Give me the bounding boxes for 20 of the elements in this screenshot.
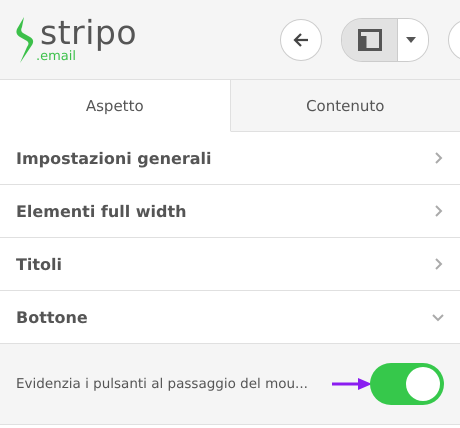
section-header[interactable]: Elementi full width [0,185,460,238]
section-title: Elementi full width [16,202,187,220]
dropdown-button[interactable] [398,18,428,60]
caret-icon [406,36,416,42]
section-title: Bottone [16,308,88,326]
layout-button[interactable] [342,18,398,60]
logo-domain: .email [36,50,76,64]
logo-wordmark: stripo [40,16,138,50]
section-title: Impostazioni generali [16,148,212,168]
toggle-switch[interactable] [370,363,444,405]
section-header[interactable]: Titoli [0,238,460,291]
section-title: Titoli [16,254,62,274]
left-arrow-icon [293,32,309,46]
annotation-arrow [332,378,372,390]
tab[interactable]: Contenuto [230,80,460,132]
section-header[interactable]: Impostazioni generali [0,132,460,185]
setting-label: Evidenzia i pulsanti al passaggio del mou... [16,376,308,392]
layout-icon [358,28,382,50]
logo-mark-icon [14,14,36,64]
back-button[interactable] [280,18,322,60]
